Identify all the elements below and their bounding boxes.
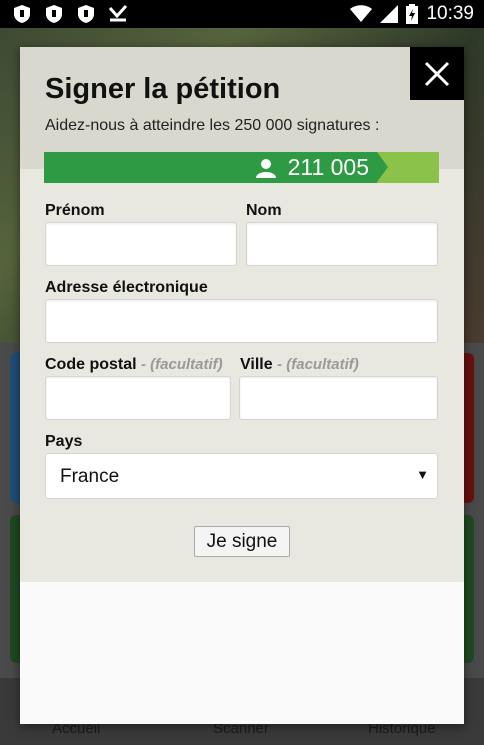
postal-code-input[interactable] bbox=[45, 376, 231, 420]
country-select[interactable]: France ▼ bbox=[45, 453, 438, 499]
city-label-text: Ville bbox=[240, 356, 273, 373]
signature-progress-bar: 211 005 bbox=[44, 152, 439, 183]
modal-header: Signer la pétition Aidez-nous à atteindr… bbox=[20, 47, 464, 169]
shield-icon bbox=[78, 5, 94, 23]
clock: 10:39 bbox=[426, 3, 474, 24]
dropdown-caret-icon: ▼ bbox=[416, 467, 429, 482]
first-name-label: Prénom bbox=[45, 202, 105, 219]
postal-code-label: Code postal - (facultatif) bbox=[45, 356, 223, 374]
notification-icons bbox=[12, 4, 128, 24]
city-input[interactable] bbox=[239, 376, 438, 420]
postal-code-label-text: Code postal bbox=[45, 356, 137, 373]
user-icon bbox=[255, 158, 276, 178]
city-label: Ville - (facultatif) bbox=[240, 356, 359, 374]
close-button[interactable] bbox=[410, 47, 464, 100]
battery-icon bbox=[406, 4, 419, 24]
shield-icon bbox=[14, 5, 30, 23]
city-optional: - (facultatif) bbox=[277, 356, 359, 373]
wifi-icon bbox=[350, 5, 373, 22]
system-icons: 10:39 bbox=[350, 3, 474, 25]
signature-count-value: 211 005 bbox=[287, 154, 369, 180]
last-name-input[interactable] bbox=[246, 222, 438, 266]
last-name-label: Nom bbox=[246, 202, 282, 219]
signal-icon bbox=[380, 5, 399, 23]
email-input[interactable] bbox=[45, 299, 438, 343]
email-label: Adresse électronique bbox=[45, 279, 208, 296]
progress-arrow bbox=[377, 152, 388, 182]
country-select-value: France bbox=[60, 466, 120, 487]
status-bar: 10:39 bbox=[0, 0, 484, 28]
shield-icon bbox=[46, 5, 62, 23]
check-icon bbox=[108, 4, 128, 22]
petition-modal: Signer la pétition Aidez-nous à atteindr… bbox=[20, 47, 464, 724]
modal-subtitle: Aidez-nous à atteindre les 250 000 signa… bbox=[45, 117, 380, 134]
signature-count: 211 005 bbox=[255, 154, 369, 181]
postal-code-optional: - (facultatif) bbox=[141, 356, 223, 373]
modal-title: Signer la pétition bbox=[45, 73, 281, 105]
first-name-input[interactable] bbox=[45, 222, 237, 266]
country-label: Pays bbox=[45, 433, 83, 450]
sign-button[interactable]: Je signe bbox=[194, 526, 290, 557]
close-icon bbox=[424, 61, 450, 86]
